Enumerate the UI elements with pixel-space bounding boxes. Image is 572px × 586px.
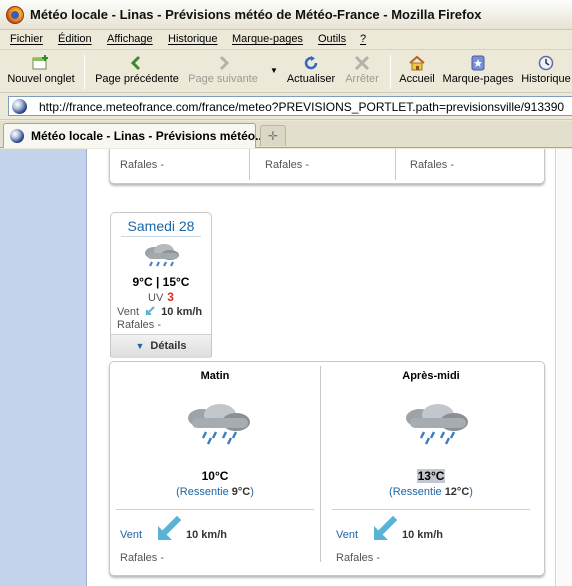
navigation-toolbar: Nouvel onglet Page précédente Page suiva… (0, 51, 572, 93)
forward-button[interactable]: Page suivante (184, 53, 262, 91)
period-temperature: 13°C (326, 469, 536, 483)
wind-direction-icon (374, 516, 398, 540)
uv-label: UV (148, 292, 164, 304)
new-tab-button[interactable]: Nouvel onglet (4, 53, 78, 91)
window-title: Météo locale - Linas - Prévisions météo … (30, 7, 482, 22)
toolbar-separator (390, 55, 391, 89)
day-temperatures: 9°C | 15°C (132, 275, 190, 289)
day-wind: Vent 10 km/h (117, 306, 202, 318)
menu-fichier[interactable]: Fichier (10, 33, 43, 45)
period-divider (116, 509, 314, 510)
previous-days-strip: Rafales - Rafales - Rafales - (109, 149, 545, 184)
reload-icon (302, 55, 320, 71)
ressentie-text: (Ressentie 9°C) (176, 486, 254, 498)
new-tab-plus-button[interactable]: ✛ (260, 125, 286, 146)
rafales-text: Rafales - (410, 159, 455, 171)
wind-value: 10 km/h (186, 529, 227, 541)
ressentie-value: 9°C (231, 486, 251, 498)
forward-arrow-icon (214, 55, 232, 71)
tab-favicon-icon (10, 129, 24, 143)
history-dropdown-button[interactable]: ▼ (265, 53, 279, 91)
wind-label: Vent (117, 306, 140, 318)
expand-triangle-icon: ▼ (135, 341, 145, 351)
address-url[interactable]: http://france.meteofrance.com/france/met… (39, 100, 564, 114)
wind-label: Vent (120, 529, 143, 541)
stop-icon (353, 55, 371, 71)
toolbar-separator (84, 55, 85, 89)
rafales-text: Rafales - (120, 159, 165, 171)
stop-button[interactable]: Arrêter (340, 53, 384, 91)
address-field[interactable]: http://france.meteofrance.com/france/met… (8, 96, 572, 116)
day-name: Samedi 28 (127, 218, 195, 234)
bookmarks-star-icon (469, 55, 487, 71)
column-separator (395, 149, 396, 180)
uv-index: UV 3 (111, 290, 211, 304)
tab-title: Météo locale - Linas - Prévisions météo.… (31, 129, 266, 143)
dropdown-arrow-icon: ▼ (270, 66, 278, 75)
bookmarks-button[interactable]: Marque-pages (440, 53, 516, 91)
rain-cloud-icon (406, 404, 468, 445)
plus-icon: ✛ (267, 129, 279, 143)
details-toggle-button[interactable]: ▼ Détails (111, 334, 211, 358)
day-underline (121, 236, 201, 237)
day-rafales: Rafales - (117, 319, 162, 331)
wind-direction-icon (146, 306, 155, 315)
wind-value: 10 km/h (402, 529, 443, 541)
wind-direction-icon (158, 516, 182, 540)
forecast-content: Rafales - Rafales - Rafales - Samedi 28 … (88, 149, 556, 586)
reload-button[interactable]: Actualiser (284, 53, 338, 91)
window-titlebar: Météo locale - Linas - Prévisions météo … (0, 0, 572, 30)
tab-meteo-linas[interactable]: Météo locale - Linas - Prévisions météo.… (3, 123, 265, 148)
menu-outils[interactable]: Outils (318, 33, 346, 45)
rain-cloud-icon (145, 244, 179, 267)
back-arrow-icon (128, 55, 146, 71)
day-card-samedi[interactable]: Samedi 28 9°C | 15°C UV 3 Vent 10 km/h Ra… (110, 212, 212, 358)
details-label: Détails (150, 340, 187, 352)
period-title: Après-midi (402, 370, 460, 382)
period-apres-midi: Après-midi 13°C (Ressentie 12°C) Vent 10… (326, 362, 536, 572)
menu-historique[interactable]: Historique (168, 33, 218, 45)
period-separator (320, 366, 321, 562)
left-panel (0, 149, 87, 586)
menu-help[interactable]: ? (360, 33, 366, 45)
menu-marque-pages[interactable]: Marque-pages (232, 33, 303, 45)
history-clock-icon (537, 55, 555, 71)
history-button[interactable]: Historique (519, 53, 572, 91)
back-button[interactable]: Page précédente (92, 53, 182, 91)
page-viewport: Rafales - Rafales - Rafales - Samedi 28 … (0, 149, 572, 586)
period-title: Matin (200, 370, 230, 382)
right-margin (557, 149, 572, 586)
period-temperature: 10°C (201, 469, 229, 483)
ressentie-value: 12°C (444, 486, 470, 498)
period-temperature-value: 13°C (416, 469, 446, 483)
home-icon (408, 55, 426, 71)
rafales-text: Rafales - (120, 552, 165, 564)
rafales-text: Rafales - (336, 552, 381, 564)
ressentie-text: (Ressentie 12°C) (389, 486, 473, 498)
day-detail-panel: Matin 10°C (Ressentie 9°C) Vent 10 km/h … (109, 361, 545, 576)
tab-strip: Météo locale - Linas - Prévisions météo.… (0, 121, 572, 148)
period-matin: Matin 10°C (Ressentie 9°C) Vent 10 km/h … (110, 362, 320, 572)
menu-bar: Fichier Édition Affichage Historique Mar… (0, 30, 572, 50)
rafales-text: Rafales - (265, 159, 310, 171)
menu-edition[interactable]: Édition (58, 33, 92, 45)
uv-value: 3 (167, 290, 174, 304)
new-tab-icon (32, 55, 50, 71)
site-favicon-icon (12, 99, 27, 114)
rain-cloud-icon (188, 404, 250, 445)
wind-value: 10 km/h (161, 306, 203, 318)
home-button[interactable]: Accueil (397, 53, 437, 91)
wind-label: Vent (336, 529, 359, 541)
column-separator (249, 149, 250, 180)
period-divider (332, 509, 530, 510)
address-bar: http://france.meteofrance.com/france/met… (0, 94, 572, 120)
firefox-icon (6, 6, 24, 24)
menu-affichage[interactable]: Affichage (107, 33, 153, 45)
